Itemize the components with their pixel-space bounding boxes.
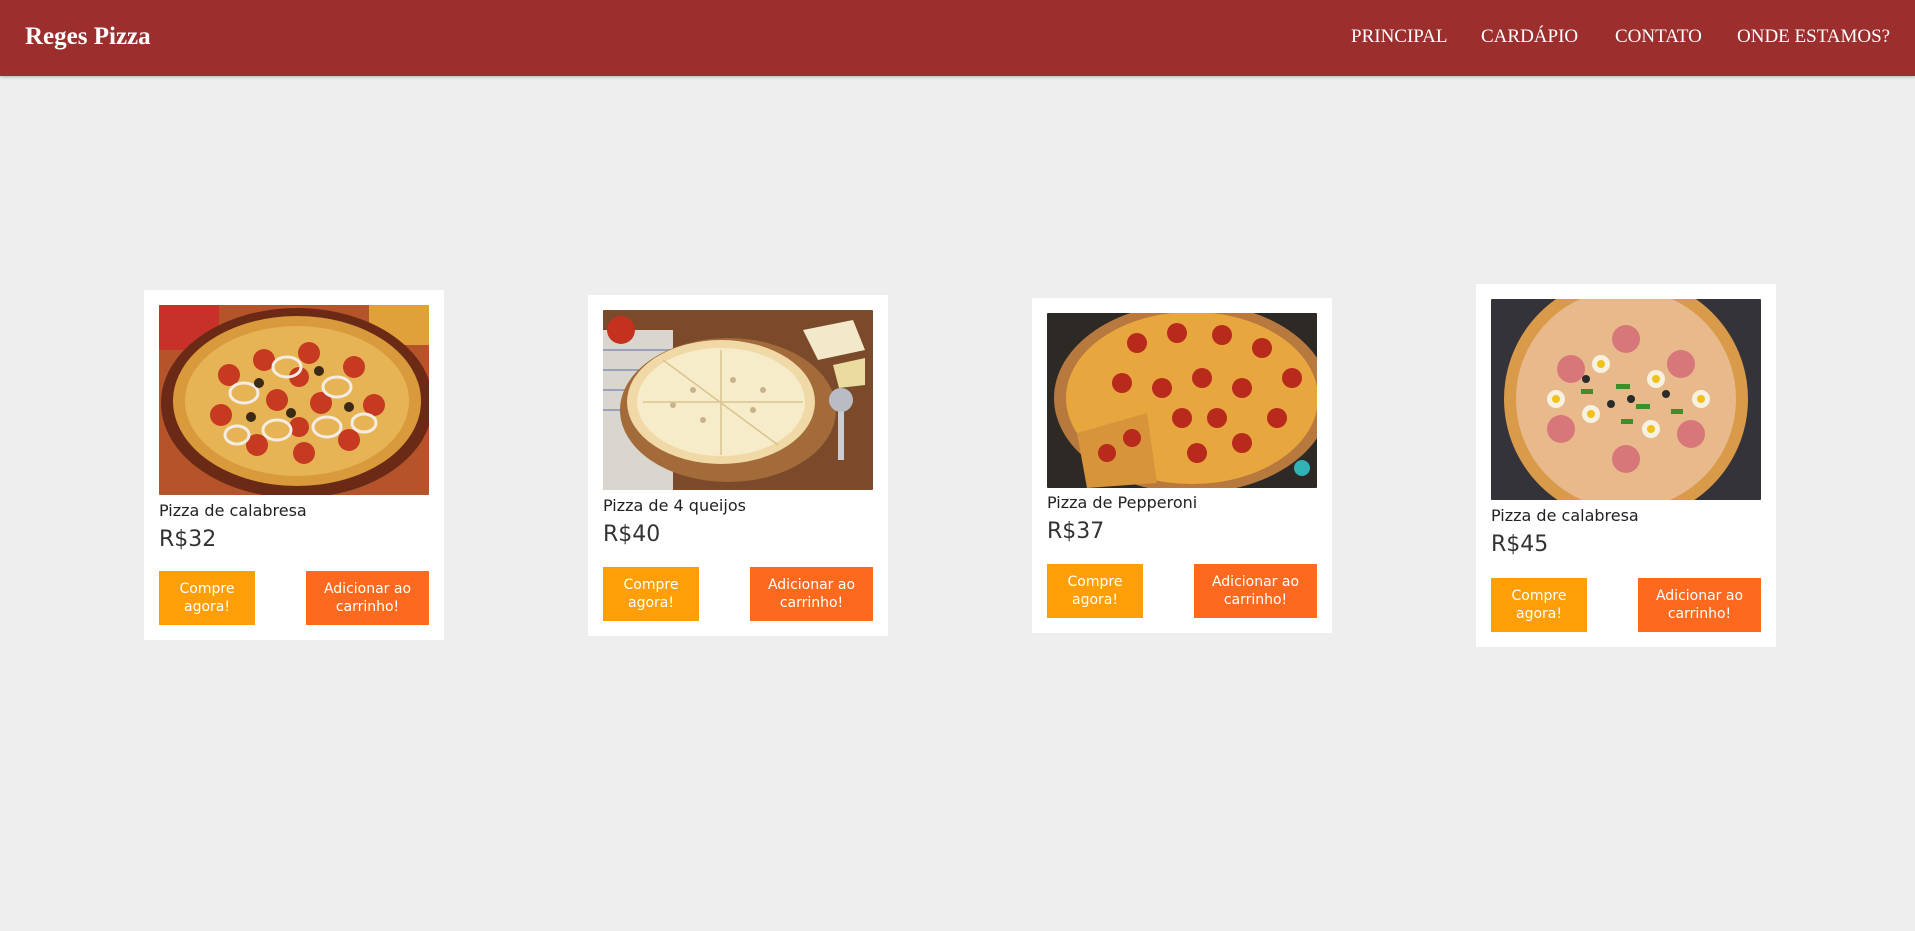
nav-link-onde-estamos[interactable]: ONDE ESTAMOS? <box>1737 25 1890 49</box>
product-card: Pizza de calabresa R$32 Compre agora! Ad… <box>144 290 444 640</box>
product-card: Pizza de calabresa R$45 Compre agora! Ad… <box>1476 284 1776 647</box>
add-to-cart-button[interactable]: Adicionar ao carrinho! <box>306 571 429 625</box>
buy-now-button[interactable]: Compre agora! <box>159 571 255 625</box>
add-to-cart-button[interactable]: Adicionar ao carrinho! <box>1194 564 1317 618</box>
product-name: Pizza de 4 queijos <box>603 496 746 515</box>
brand-logo[interactable]: Reges Pizza <box>25 20 151 54</box>
mixed-pizza-image <box>1491 299 1761 500</box>
product-name: Pizza de calabresa <box>1491 506 1639 525</box>
product-price: R$37 <box>1047 519 1105 544</box>
product-name: Pizza de Pepperoni <box>1047 493 1198 512</box>
add-to-cart-button[interactable]: Adicionar ao carrinho! <box>750 567 873 621</box>
buy-now-button[interactable]: Compre agora! <box>1491 578 1587 632</box>
product-price: R$45 <box>1491 532 1549 557</box>
product-card: Pizza de Pepperoni R$37 Compre agora! Ad… <box>1032 298 1332 633</box>
product-price: R$40 <box>603 522 661 547</box>
nav-link-cardapio[interactable]: CARDÁPIO <box>1481 25 1578 49</box>
nav-link-contato[interactable]: CONTATO <box>1615 25 1702 49</box>
add-to-cart-button[interactable]: Adicionar ao carrinho! <box>1638 578 1761 632</box>
four-cheese-pizza-image <box>603 310 873 490</box>
buy-now-button[interactable]: Compre agora! <box>603 567 699 621</box>
pepperoni-pizza-image <box>1047 313 1317 488</box>
top-navbar: Reges Pizza PRINCIPAL CARDÁPIO CONTATO O… <box>0 0 1915 76</box>
calabresa-pizza-image <box>159 305 429 495</box>
product-price: R$32 <box>159 527 217 552</box>
product-card: Pizza de 4 queijos R$40 Compre agora! Ad… <box>588 295 888 636</box>
nav-link-principal[interactable]: PRINCIPAL <box>1351 25 1447 49</box>
buy-now-button[interactable]: Compre agora! <box>1047 564 1143 618</box>
product-name: Pizza de calabresa <box>159 501 307 520</box>
